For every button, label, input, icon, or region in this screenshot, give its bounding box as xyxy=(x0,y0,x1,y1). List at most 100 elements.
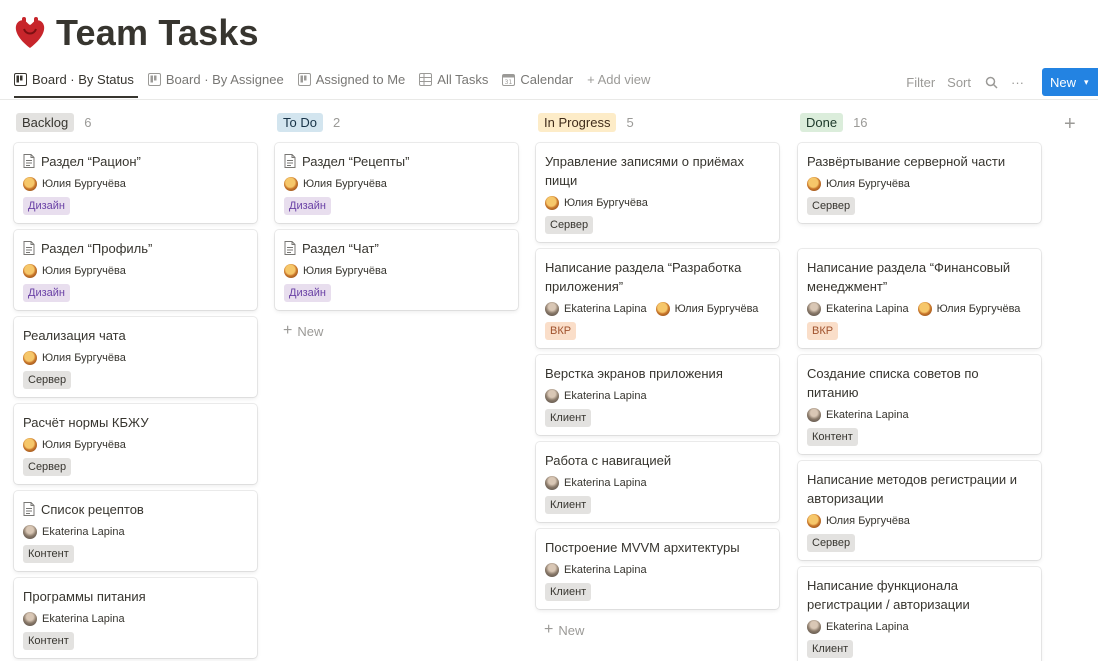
task-card[interactable]: Развёртывание серверной части Юлия Бургуч… xyxy=(798,143,1041,223)
status-badge[interactable]: In Progress xyxy=(538,112,617,132)
more-options-button[interactable]: ··· xyxy=(1011,75,1024,90)
card-title-text: Раздел “Профиль” xyxy=(41,241,153,256)
new-button-label: New xyxy=(1050,74,1077,90)
sort-button[interactable]: Sort xyxy=(947,75,971,90)
tab-all-tasks[interactable]: All Tasks xyxy=(419,72,488,87)
add-card-button[interactable]: + New xyxy=(283,323,323,339)
task-card[interactable]: Создание списка советов по питанию Ekater… xyxy=(798,355,1041,454)
task-card[interactable]: Написание раздела “Разработка приложения… xyxy=(536,249,779,348)
assignee-name: Ekaterina Lapina xyxy=(826,409,909,421)
card-title-text: Построение MVVM архитектуры xyxy=(545,540,740,555)
task-card[interactable]: Раздел “Рацион” Юлия Бургучёва Дизайн xyxy=(14,143,257,223)
task-card[interactable]: Список рецептов Ekaterina Lapina Контент xyxy=(14,491,257,571)
card-title: Написание функционала регистрации / авто… xyxy=(807,576,1032,614)
task-card[interactable]: Управление записями о приёмах пищи Юлия Б… xyxy=(536,143,779,242)
assignee-name: Юлия Бургучёва xyxy=(42,265,126,277)
task-card[interactable]: Реализация чата Юлия Бургучёва Сервер xyxy=(14,317,257,397)
column-header: To Do 2 xyxy=(275,100,520,144)
avatar xyxy=(284,177,298,191)
assignee: Юлия Бургучёва xyxy=(23,438,126,452)
avatar xyxy=(545,389,559,403)
assignee: Юлия Бургучёва xyxy=(284,177,387,191)
add-card-button[interactable]: + New xyxy=(544,622,584,638)
card-title-text: Управление записями о приёмах пищи xyxy=(545,154,744,188)
task-card[interactable]: Раздел “Профиль” Юлия Бургучёва Дизайн xyxy=(14,230,257,310)
card-title: Программы питания xyxy=(23,587,248,606)
avatar xyxy=(807,302,821,316)
search-icon[interactable] xyxy=(983,74,999,90)
card-title-text: Программы питания xyxy=(23,589,146,604)
plus-icon: + xyxy=(283,322,293,339)
assignee: Юлия Бургучёва xyxy=(545,196,648,210)
assignees: Ekaterina Lapina xyxy=(545,389,770,403)
tag-row: Дизайн xyxy=(23,191,248,215)
card-title-text: Написание раздела “Финансовый менеджмент… xyxy=(807,260,1011,294)
card-title: Раздел “Рецепты” xyxy=(284,152,509,171)
task-card[interactable]: Раздел “Чат” Юлия Бургучёва Дизайн xyxy=(275,230,518,310)
avatar xyxy=(545,563,559,577)
chevron-down-icon[interactable]: ▾ xyxy=(1084,77,1089,88)
tag-row: Сервер xyxy=(23,365,248,389)
card-title: Развёртывание серверной части xyxy=(807,152,1032,171)
task-card[interactable]: Написание функционала регистрации / авто… xyxy=(798,567,1041,661)
card-title-text: Раздел “Чат” xyxy=(302,241,379,256)
card-title-text: Написание функционала регистрации / авто… xyxy=(807,578,970,612)
tag-row: Дизайн xyxy=(23,278,248,302)
avatar xyxy=(545,476,559,490)
assignee-name: Ekaterina Lapina xyxy=(564,303,647,315)
assignees: Ekaterina Lapina xyxy=(23,525,248,539)
tag-row: Клиент xyxy=(545,403,770,427)
card-title: Раздел “Чат” xyxy=(284,239,509,258)
tag-row: Дизайн xyxy=(284,191,509,215)
new-button[interactable]: New ▾ xyxy=(1042,68,1098,96)
status-badge[interactable]: Done xyxy=(800,112,844,132)
tag-badge: Клиент xyxy=(545,409,592,427)
task-card[interactable]: Программы питания Ekaterina Lapina Контент xyxy=(14,578,257,658)
tab-assigned-to-me[interactable]: Assigned to Me xyxy=(297,72,405,87)
active-tab-indicator xyxy=(14,96,138,98)
card-title: Раздел “Профиль” xyxy=(23,239,248,258)
assignees: Ekaterina Lapina xyxy=(807,620,1032,634)
assignee: Юлия Бургучёва xyxy=(807,514,910,528)
tag-badge: Контент xyxy=(807,428,858,446)
assignee: Ekaterina Lapina xyxy=(23,612,125,626)
tag-row: Сервер xyxy=(807,528,1032,552)
task-card[interactable]: Раздел “Рецепты” Юлия Бургучёва Дизайн xyxy=(275,143,518,223)
task-card[interactable]: Верстка экранов приложения Ekaterina Lapi… xyxy=(536,355,779,435)
task-card[interactable]: Построение MVVM архитектуры Ekaterina Lap… xyxy=(536,529,779,609)
avatar xyxy=(23,264,37,278)
avatar xyxy=(545,196,559,210)
avatar xyxy=(655,302,670,316)
task-card[interactable]: Написание раздела “Финансовый менеджмент… xyxy=(798,249,1041,348)
task-card[interactable]: Работа с навигацией Ekaterina Lapina Клиен… xyxy=(536,442,779,522)
card-title-text: Развёртывание серверной части xyxy=(807,154,1006,169)
add-view-button[interactable]: + Add view xyxy=(587,72,650,87)
filter-button[interactable]: Filter xyxy=(906,75,935,90)
card-title-text: Расчёт нормы КБЖУ xyxy=(23,415,149,430)
assignee-name: Юлия Бургучёва xyxy=(674,303,759,315)
assignee: Ekaterina Lapina xyxy=(23,525,125,539)
tab-board-by-assignee[interactable]: Board · By Assignee xyxy=(147,72,284,87)
column-count: 5 xyxy=(626,114,634,130)
document-icon xyxy=(284,154,296,168)
tag-badge: Клиент xyxy=(807,640,854,658)
card-title-text: Создание списка советов по питанию xyxy=(807,366,979,400)
add-group-icon[interactable]: + xyxy=(1064,114,1076,134)
kanban-board: Backlog 6 Раздел “Рацион” Юлия Бургучёва Диз… xyxy=(0,100,1098,661)
document-icon xyxy=(284,241,296,255)
assignee-name: Ekaterina Lapina xyxy=(564,390,647,402)
assignee-name: Юлия Бургучёва xyxy=(303,178,387,190)
assignee: Юлия Бургучёва xyxy=(23,177,126,191)
assignee-name: Юлия Бургучёва xyxy=(826,515,910,527)
status-badge[interactable]: To Do xyxy=(277,112,323,132)
tab-board-by-status[interactable]: Board · By Status xyxy=(14,72,134,87)
task-card[interactable]: Расчёт нормы КБЖУ Юлия Бургучёва Сервер xyxy=(14,404,257,484)
tab-calendar[interactable]: 31 Calendar xyxy=(502,72,573,87)
assignee-name: Юлия Бургучёва xyxy=(42,178,126,190)
assignee-name: Ekaterina Lapina xyxy=(42,526,125,538)
assignees: Ekaterina Lapina xyxy=(545,563,770,577)
assignee-name: Ekaterina Lapina xyxy=(42,613,125,625)
task-card[interactable]: Написание методов регистрации и авториза… xyxy=(798,461,1041,560)
tag-badge: Дизайн xyxy=(23,284,70,302)
status-badge[interactable]: Backlog xyxy=(16,112,75,132)
